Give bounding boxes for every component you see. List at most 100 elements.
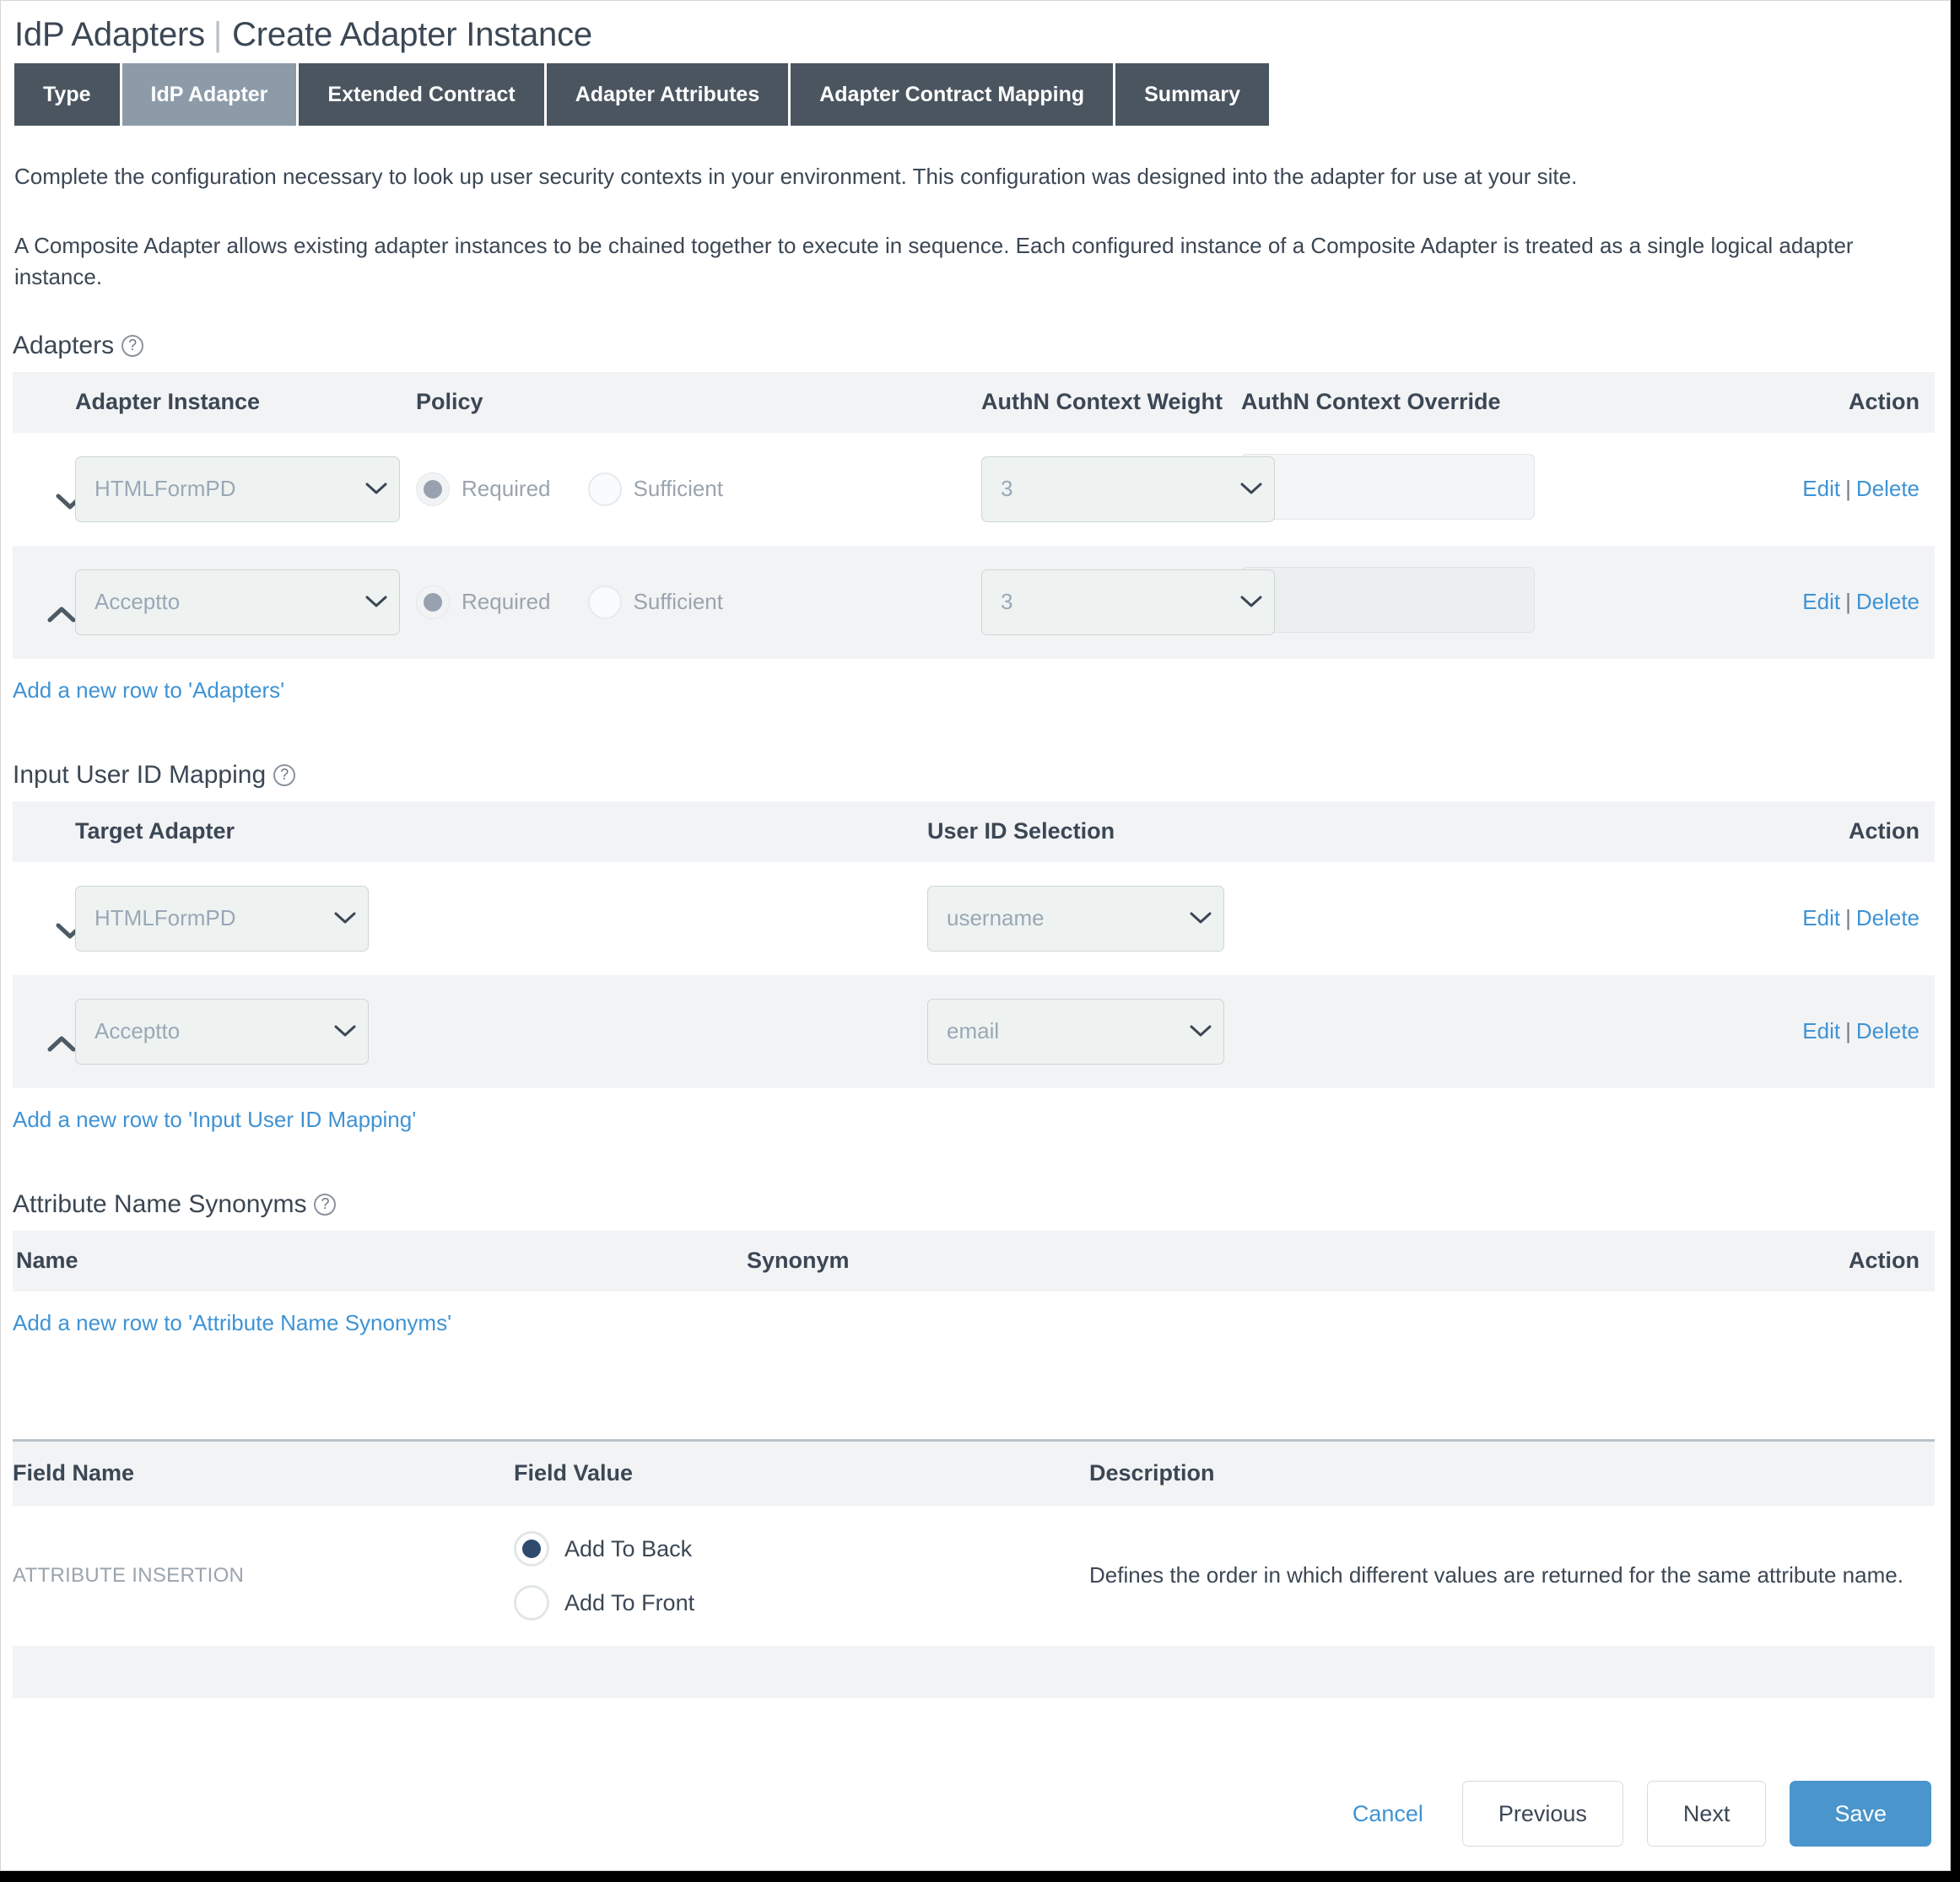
help-icon[interactable]: ? — [273, 763, 296, 786]
breadcrumb-parent[interactable]: IdP Adapters — [14, 16, 205, 53]
input-user-id-row-1-move-handle[interactable] — [13, 974, 76, 1088]
add-row-adapters-link[interactable]: Add a new row to 'Adapters' — [13, 677, 284, 704]
input-user-id-row-0-actions: Edit | Delete — [1577, 861, 1935, 975]
policy-option-required[interactable]: Required — [416, 585, 551, 619]
adapters-section-title: Adapters ? — [13, 332, 1950, 360]
tab-extended-contract[interactable]: Extended Contract — [299, 63, 544, 126]
attribute-synonyms-header-row: Name Synonym Action — [13, 1230, 1935, 1292]
previous-button[interactable]: Previous — [1461, 1781, 1623, 1847]
policy-option-required[interactable]: Required — [416, 472, 551, 506]
edit-link[interactable]: Edit — [1802, 476, 1840, 501]
intro-paragraph-2: A Composite Adapter allows existing adap… — [14, 232, 1854, 289]
authn-context-override-input[interactable] — [1241, 567, 1535, 634]
adapters-row-0-move-handle[interactable] — [13, 432, 84, 546]
attribute-synonyms-col-synonym: Synonym — [747, 1230, 1582, 1292]
delete-link[interactable]: Delete — [1856, 905, 1920, 930]
delete-link[interactable]: Delete — [1856, 476, 1920, 501]
tab-adapter-contract-mapping[interactable]: Adapter Contract Mapping — [791, 63, 1114, 126]
cancel-button[interactable]: Cancel — [1337, 1781, 1439, 1847]
attribute-synonyms-col-action: Action — [1582, 1230, 1935, 1292]
user-id-selection-select[interactable]: email — [927, 998, 1224, 1065]
authn-context-weight-select[interactable]: 3 — [981, 569, 1275, 635]
adapters-row-0-weight-cell: 3 — [981, 432, 1275, 546]
attribute-insertion-option-add-to-back[interactable]: Add To Back — [514, 1531, 1089, 1567]
chevron-down-icon — [334, 905, 356, 931]
target-adapter-select-value: Acceptto — [94, 1018, 181, 1044]
delete-link[interactable]: Delete — [1856, 1018, 1920, 1043]
table-row: HTMLFormPD Required Sufficient 3 Edit | … — [13, 432, 1935, 546]
adapters-col-authn-override: AuthN Context Override — [1234, 371, 1597, 433]
field-table-col-field-value: Field Value — [514, 1440, 1089, 1507]
attribute-insertion-option-add-to-front[interactable]: Add To Front — [514, 1585, 1089, 1621]
authn-context-override-input[interactable] — [1241, 454, 1535, 520]
attribute-insertion-table: Field Name Field Value Description ATTRI… — [13, 1438, 1935, 1699]
adapters-row-0-adapter-instance-cell: HTMLFormPD — [75, 432, 416, 546]
tab-summary[interactable]: Summary — [1115, 63, 1270, 126]
save-button[interactable]: Save — [1790, 1781, 1931, 1847]
action-separator: | — [1845, 905, 1851, 931]
screenshot-frame: IdP Adapters | Create Adapter Instance Typ… — [0, 0, 1960, 1882]
adapters-title-text: Adapters — [13, 331, 115, 359]
edit-link[interactable]: Edit — [1802, 1018, 1840, 1043]
adapter-instance-select[interactable]: Acceptto — [75, 569, 400, 635]
adapters-table: Adapter Instance Policy AuthN Context We… — [13, 371, 1935, 659]
tab-adapter-attributes[interactable]: Adapter Attributes — [546, 63, 789, 126]
authn-context-weight-select[interactable]: 3 — [981, 456, 1275, 522]
adapters-row-1-move-handle[interactable] — [13, 545, 76, 659]
adapter-instance-select-value: HTMLFormPD — [94, 476, 236, 502]
wizard-tabs: Type IdP Adapter Extended Contract Adapt… — [14, 63, 1950, 126]
tab-idp-adapter[interactable]: IdP Adapter — [121, 63, 297, 126]
input-user-id-header-row: Target Adapter User ID Selection Action — [13, 801, 1935, 862]
radio-unselected-icon — [587, 472, 622, 506]
adapter-instance-select-value: Acceptto — [94, 589, 181, 615]
action-separator: | — [1845, 476, 1851, 502]
chevron-down-icon — [1240, 589, 1262, 615]
attribute-insertion-value-cell: Add To Back Add To Front — [514, 1506, 1089, 1647]
attribute-synonyms-table: Name Synonym Action — [13, 1230, 1935, 1292]
edit-link[interactable]: Edit — [1802, 589, 1840, 614]
table-row: Acceptto email Edit | Delete — [13, 974, 1935, 1088]
table-row: HTMLFormPD username Edit | Delete — [13, 861, 1935, 975]
next-button[interactable]: Next — [1646, 1781, 1767, 1847]
delete-link[interactable]: Delete — [1856, 589, 1920, 614]
chevron-down-icon — [334, 1018, 356, 1044]
adapters-row-0-override-cell — [1234, 432, 1597, 546]
page-header: IdP Adapters | Create Adapter Instance — [1, 1, 1950, 63]
help-icon[interactable]: ? — [121, 334, 144, 357]
field-table-footer-row — [13, 1646, 1935, 1699]
target-adapter-select[interactable]: Acceptto — [75, 998, 369, 1065]
attribute-insertion-label: ATTRIBUTE INSERTION — [13, 1564, 245, 1588]
chevron-down-icon — [1190, 1018, 1212, 1044]
attribute-insertion-add-to-back-label: Add To Back — [564, 1535, 693, 1561]
input-user-id-title-text: Input User ID Mapping — [13, 760, 267, 789]
authn-context-weight-value: 3 — [1001, 589, 1013, 615]
input-user-id-row-1-actions: Edit | Delete — [1577, 974, 1935, 1088]
radio-selected-icon — [416, 472, 450, 506]
policy-radio-group: Required Sufficient — [416, 472, 981, 506]
adapters-col-policy: Policy — [416, 371, 728, 433]
edit-link[interactable]: Edit — [1802, 905, 1840, 930]
policy-option-sufficient[interactable]: Sufficient — [587, 472, 723, 506]
adapter-instance-select[interactable]: HTMLFormPD — [75, 456, 400, 522]
adapters-col-policy-spacer — [728, 371, 981, 433]
input-user-id-row-1-selection-cell: email — [927, 974, 1577, 1088]
policy-radio-group: Required Sufficient — [416, 585, 981, 619]
help-icon[interactable]: ? — [314, 1193, 337, 1216]
radio-selected-icon — [514, 1531, 549, 1567]
adapters-col-action: Action — [1597, 371, 1935, 433]
user-id-selection-select[interactable]: username — [927, 885, 1224, 952]
field-table-header-row: Field Name Field Value Description — [13, 1440, 1935, 1507]
target-adapter-select[interactable]: HTMLFormPD — [75, 885, 369, 952]
add-row-input-user-id-link[interactable]: Add a new row to 'Input User ID Mapping' — [13, 1107, 416, 1133]
input-user-id-col-user-id-selection: User ID Selection — [927, 801, 1577, 862]
add-row-attribute-synonyms-link[interactable]: Add a new row to 'Attribute Name Synonym… — [13, 1310, 451, 1336]
table-row: Acceptto Required Sufficient 3 Edit | De… — [13, 545, 1935, 659]
input-user-id-row-1-target-cell: Acceptto — [75, 974, 927, 1088]
target-adapter-select-value: HTMLFormPD — [94, 905, 236, 931]
input-user-id-row-0-move-handle[interactable] — [13, 861, 84, 975]
tab-type[interactable]: Type — [14, 63, 120, 126]
policy-option-sufficient-label: Sufficient — [633, 476, 723, 502]
radio-unselected-icon — [587, 585, 622, 619]
policy-option-sufficient[interactable]: Sufficient — [587, 585, 723, 619]
user-id-selection-value: username — [947, 905, 1045, 931]
